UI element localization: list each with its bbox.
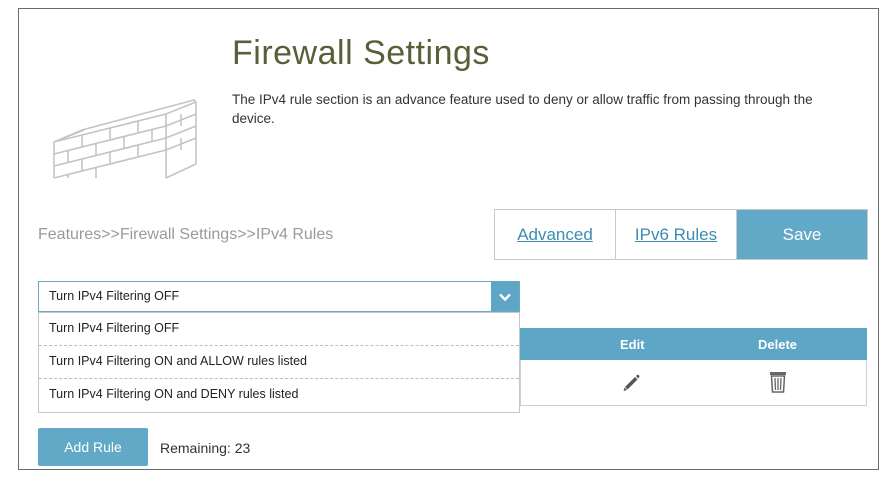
option-filtering-off[interactable]: Turn IPv4 Filtering OFF [39,313,519,346]
breadcrumb: Features>>Firewall Settings>>IPv4 Rules [38,226,334,243]
ipv4-filter-options: Turn IPv4 Filtering OFF Turn IPv4 Filter… [38,312,520,413]
add-rule-button[interactable]: Add Rule [38,428,148,466]
trash-icon[interactable] [769,370,787,394]
save-button[interactable]: Save [737,210,867,259]
remaining-count: Remaining: 23 [160,440,251,456]
top-action-bar: Advanced IPv6 Rules Save [494,209,868,260]
advanced-link[interactable]: Advanced [495,210,616,259]
page-title: Firewall Settings [232,34,490,72]
chevron-down-icon[interactable] [491,282,519,311]
column-header-edit: Edit [620,337,645,352]
table-row [520,360,867,406]
ipv4-filter-selected-value: Turn IPv4 Filtering OFF [49,289,180,303]
option-filtering-deny[interactable]: Turn IPv4 Filtering ON and DENY rules li… [39,379,519,412]
ipv6-rules-link[interactable]: IPv6 Rules [616,210,737,259]
ipv4-filter-select[interactable]: Turn IPv4 Filtering OFF [38,281,520,312]
brick-wall-icon [53,99,197,179]
option-filtering-allow[interactable]: Turn IPv4 Filtering ON and ALLOW rules l… [39,346,519,379]
pencil-icon[interactable] [621,372,641,392]
column-header-delete: Delete [758,337,798,352]
rules-table-header: Edit Delete [520,328,867,360]
page-description: The IPv4 rule section is an advance feat… [232,92,813,126]
